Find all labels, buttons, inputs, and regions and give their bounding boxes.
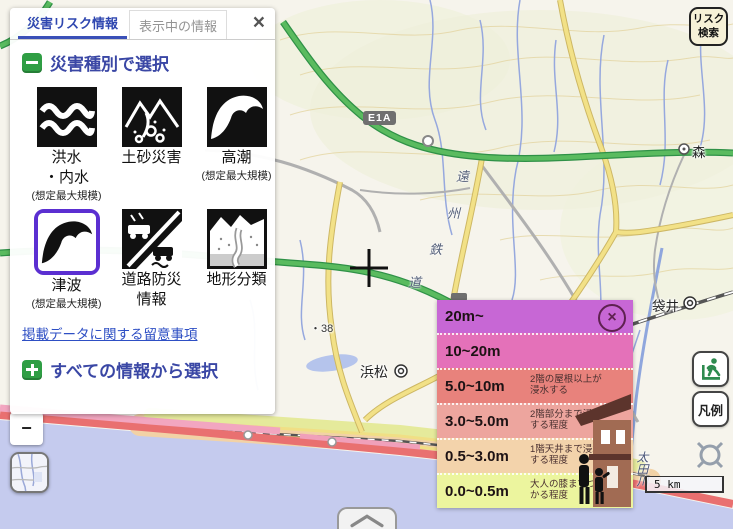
map-label-railway-char: 遠 [456, 166, 469, 185]
legend-row: 10~20m [437, 333, 633, 368]
panel-tabbar: 災害リスク情報 表示中の情報 × [10, 8, 275, 40]
current-location-button[interactable] [691, 436, 729, 474]
tab-displayed-info[interactable]: 表示中の情報 [129, 10, 227, 39]
map-label-mori: 森 [692, 141, 706, 161]
expressway-badge: E1A [363, 111, 396, 125]
overview-map-button[interactable] [10, 452, 49, 493]
disaster-risk-panel: 災害リスク情報 表示中の情報 × 災害種別で選択 洪水 ・内水 (想定最大規模) [10, 8, 275, 414]
evacuation-site-button[interactable] [692, 351, 729, 387]
section-disaster-type[interactable]: 災害種別で選択 [22, 50, 275, 75]
landslide-icon [122, 87, 182, 147]
storm-surge-icon [207, 87, 267, 147]
map-label-fukuroi: 袋井 [652, 295, 679, 315]
disaster-type-grid: 洪水 ・内水 (想定最大規模) 土砂災害 [24, 87, 275, 311]
map-scale-bar: 5 km [645, 476, 724, 493]
zoom-out-button[interactable]: − [10, 412, 43, 445]
disaster-type-landform[interactable]: 地形分類 [194, 209, 279, 311]
map-label-hamamatsu: 浜松 [360, 362, 388, 382]
expand-plus-icon[interactable] [22, 360, 42, 380]
road-disaster-icon [122, 209, 182, 269]
flood-icon [37, 87, 97, 147]
disaster-type-flood[interactable]: 洪水 ・内水 (想定最大規模) [24, 87, 109, 203]
map-label-railway-char: 道 [408, 272, 421, 291]
legend-button[interactable]: 凡例 [692, 391, 729, 427]
section-title: すべての情報から選択 [50, 357, 218, 382]
section-title: 災害種別で選択 [50, 50, 169, 75]
disaster-type-storm-surge[interactable]: 高潮 (想定最大規模) [194, 87, 279, 203]
compass-location-icon [691, 436, 729, 474]
close-icon[interactable]: × [253, 12, 265, 34]
tab-disaster-risk-info[interactable]: 災害リスク情報 [18, 8, 127, 39]
house-depth-illustration [575, 392, 631, 507]
disaster-type-tsunami[interactable]: 津波 (想定最大規模) [24, 209, 109, 311]
landform-icon [207, 209, 267, 269]
map-label-railway-char: 鉄 [429, 239, 442, 258]
legend-close-icon[interactable]: × [598, 304, 626, 332]
bottom-panel-expander[interactable] [337, 507, 397, 529]
legend-row: 20m~ × [437, 300, 633, 333]
section-all-info[interactable]: すべての情報から選択 [22, 357, 275, 382]
hazard-map-app: E1A 森 袋井 浜松 ・38 遠 州 鉄 道 太田川 災害リスク情報 表示中の… [0, 0, 733, 529]
chevron-up-icon [339, 509, 395, 529]
selected-highlight [34, 209, 100, 275]
map-label-railway-char: 州 [447, 203, 460, 222]
disaster-type-landslide[interactable]: 土砂災害 [109, 87, 194, 203]
data-notice-link[interactable]: 掲載データに関する留意事項 [22, 323, 275, 343]
tsunami-icon [38, 213, 96, 271]
risk-search-button[interactable]: リスク 検索 [689, 7, 728, 46]
collapse-minus-icon[interactable] [22, 53, 42, 73]
disaster-type-road-info[interactable]: 道路防災 情報 [109, 209, 194, 311]
map-label-elevation: ・38 [310, 320, 333, 336]
evacuation-run-icon [698, 356, 724, 382]
tsunami-depth-legend: 20m~ × 10~20m 5.0~10m 2階の屋根以上が浸水する 3.0~5… [437, 300, 633, 508]
mini-map-icon [12, 454, 48, 492]
minus-icon: − [21, 418, 32, 439]
